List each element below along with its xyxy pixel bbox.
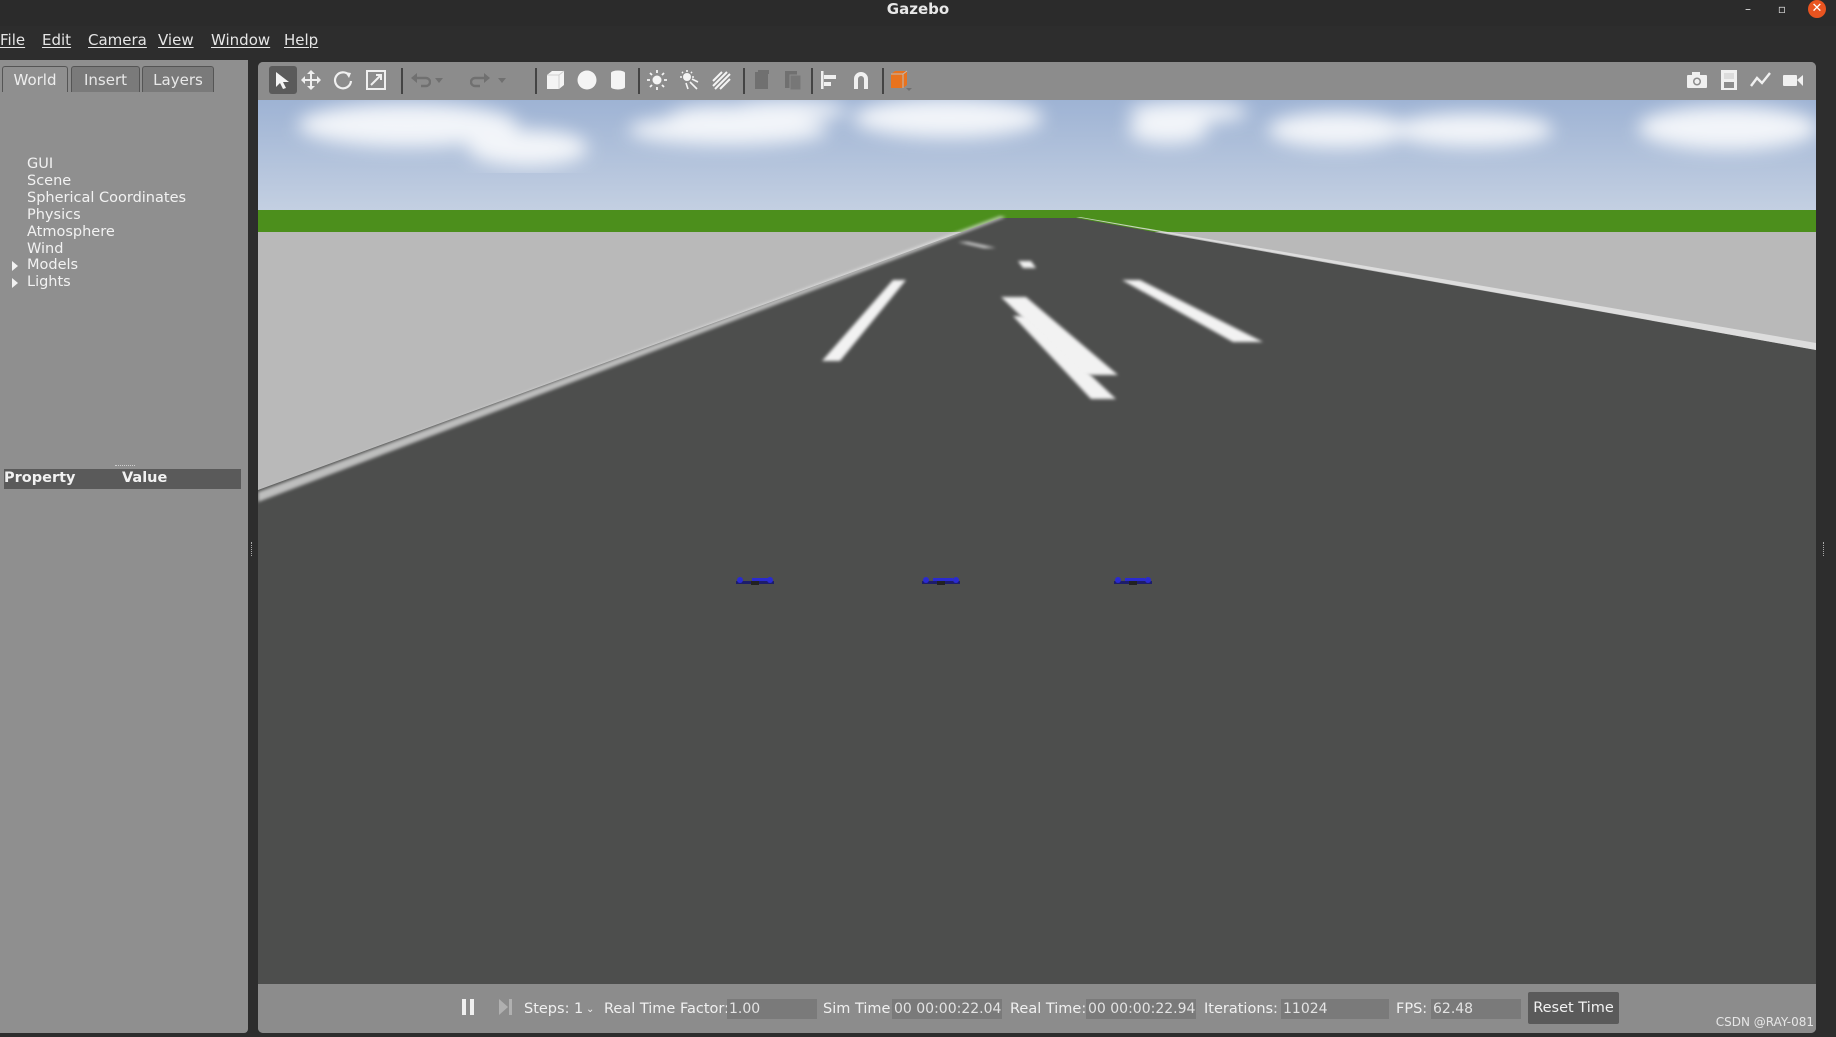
sim-time-field: 00 00:00:22.048 — [892, 999, 1002, 1019]
point-light-icon[interactable] — [643, 66, 671, 94]
align-icon[interactable] — [815, 66, 843, 94]
fps-label: FPS: — [1396, 1001, 1428, 1017]
toolbar — [258, 62, 1816, 100]
watermark: CSDN @RAY-081 — [1715, 1015, 1814, 1029]
toolbar-separator — [743, 68, 745, 94]
menu-window[interactable]: Window — [211, 31, 270, 49]
directional-light-icon[interactable] — [707, 66, 735, 94]
fps-field: 62.48 — [1431, 999, 1521, 1019]
menu-bar: File Edit Camera View Window Help — [0, 26, 1836, 54]
steps-label: Steps: — [524, 1001, 570, 1017]
screenshot-icon[interactable] — [1683, 66, 1711, 94]
menu-view[interactable]: View — [158, 31, 194, 49]
drone-1 — [736, 577, 774, 585]
toolbar-separator — [401, 68, 403, 94]
title-bar: Gazebo – ▫ ✕ — [0, 0, 1836, 26]
real-time-label: Real Time: — [1010, 1001, 1087, 1017]
tree-item-models[interactable]: Models — [27, 257, 78, 273]
view-angle-icon[interactable] — [887, 66, 915, 94]
tree-item-atmosphere[interactable]: Atmosphere — [27, 224, 115, 240]
real-time-field: 00 00:00:22.946 — [1086, 999, 1196, 1019]
menu-file[interactable]: File — [0, 31, 25, 49]
time-panel: Steps: 1 ⌄ Real Time Factor: 1.00 Sim Ti… — [258, 984, 1816, 1033]
step-icon — [499, 999, 512, 1015]
tab-world[interactable]: World — [2, 66, 68, 92]
undo-icon[interactable] — [406, 66, 434, 94]
steps-spin-icon[interactable]: ⌄ — [586, 1004, 594, 1015]
tab-insert[interactable]: Insert — [71, 66, 140, 92]
menu-edit[interactable]: Edit — [42, 31, 71, 49]
value-column-header: Value — [122, 470, 168, 486]
cylinder-shape-icon[interactable] — [604, 66, 632, 94]
tree-item-gui[interactable]: GUI — [27, 156, 53, 172]
translate-mode-icon[interactable] — [297, 66, 325, 94]
sphere-shape-icon[interactable] — [573, 66, 601, 94]
toolbar-separator — [811, 68, 813, 94]
iterations-field: 11024 — [1281, 999, 1389, 1019]
property-column-header: Property — [4, 470, 76, 486]
tree-item-spherical-coordinates[interactable]: Spherical Coordinates — [27, 190, 186, 206]
main-view: Steps: 1 ⌄ Real Time Factor: 1.00 Sim Ti… — [258, 62, 1816, 1033]
log-icon[interactable] — [1715, 66, 1743, 94]
window-title: Gazebo — [886, 0, 950, 18]
drone-3 — [1114, 577, 1152, 585]
toolbar-separator — [638, 68, 640, 94]
paste-icon[interactable] — [779, 66, 807, 94]
tree-item-wind[interactable]: Wind — [27, 241, 63, 257]
scene-viewport[interactable] — [258, 100, 1816, 984]
left-panel-resize-handle[interactable] — [251, 542, 254, 556]
tree-item-scene[interactable]: Scene — [27, 173, 71, 189]
property-table-header: Property Value — [4, 469, 241, 489]
minimize-button[interactable]: – — [1739, 2, 1757, 16]
undo-history-icon[interactable] — [432, 66, 446, 94]
menu-help[interactable]: Help — [284, 31, 318, 49]
redo-icon[interactable] — [467, 66, 495, 94]
pause-icon — [462, 999, 474, 1015]
real-time-factor-field: 1.00 — [727, 999, 817, 1019]
toolbar-separator — [882, 68, 884, 94]
tree-item-physics[interactable]: Physics — [27, 207, 81, 223]
select-mode-icon[interactable] — [269, 66, 297, 94]
toolbar-separator — [535, 68, 537, 94]
tab-layers[interactable]: Layers — [142, 66, 214, 92]
scale-mode-icon[interactable] — [362, 66, 390, 94]
sim-time-label: Sim Time: — [823, 1001, 896, 1017]
pause-button[interactable] — [460, 998, 476, 1016]
snap-icon[interactable] — [847, 66, 875, 94]
copy-icon[interactable] — [748, 66, 776, 94]
rotate-mode-icon[interactable] — [329, 66, 357, 94]
scene-render — [258, 100, 1816, 984]
video-record-icon[interactable] — [1779, 66, 1807, 94]
maximize-button[interactable]: ▫ — [1773, 2, 1791, 16]
menu-camera[interactable]: Camera — [88, 31, 147, 49]
redo-history-icon[interactable] — [495, 66, 509, 94]
iterations-label: Iterations: — [1204, 1001, 1278, 1017]
drone-2 — [922, 577, 960, 585]
spot-light-icon[interactable] — [675, 66, 703, 94]
expand-arrow-icon[interactable] — [12, 261, 18, 271]
expand-arrow-icon[interactable] — [12, 278, 18, 288]
real-time-factor-label: Real Time Factor: — [604, 1001, 729, 1017]
reset-time-button[interactable]: Reset Time — [1528, 992, 1619, 1024]
plot-icon[interactable] — [1747, 66, 1775, 94]
tree-item-lights[interactable]: Lights — [27, 274, 71, 290]
panel-tabs: World Insert Layers — [0, 63, 248, 92]
steps-value[interactable]: 1 — [574, 1001, 583, 1017]
step-button[interactable] — [498, 998, 514, 1016]
box-shape-icon[interactable] — [541, 66, 569, 94]
close-button[interactable]: ✕ — [1808, 0, 1826, 18]
right-panel-resize-handle[interactable] — [1823, 542, 1826, 556]
panel-splitter[interactable] — [115, 465, 135, 468]
left-panel: World Insert Layers GUI Scene Spherical … — [0, 60, 248, 1033]
